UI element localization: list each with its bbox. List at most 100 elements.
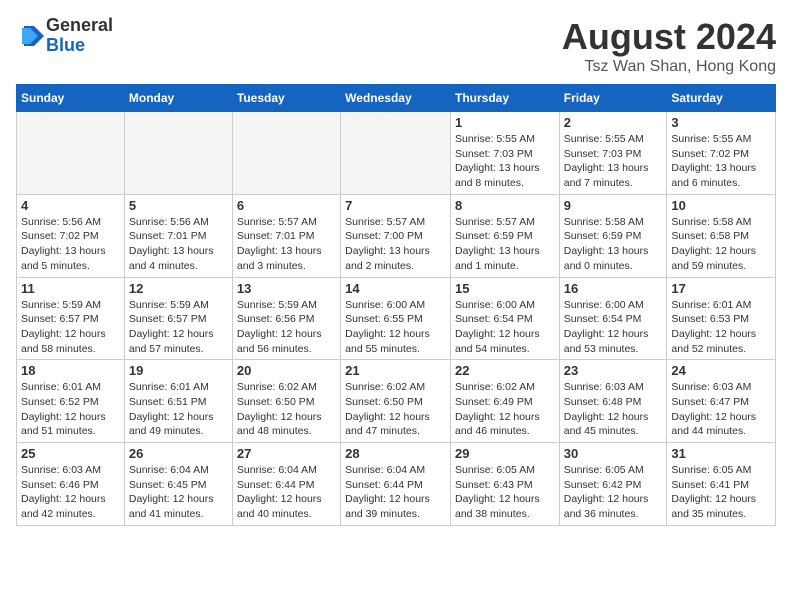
day-number: 23 [564,363,663,378]
day-number: 17 [671,281,771,296]
cell-content: Sunrise: 6:05 AM Sunset: 6:43 PM Dayligh… [455,463,555,522]
cell-content: Sunrise: 5:56 AM Sunset: 7:01 PM Dayligh… [129,215,228,274]
calendar-cell: 13 Sunrise: 5:59 AM Sunset: 6:56 PM Dayli… [232,277,340,360]
day-number: 29 [455,446,555,461]
day-number: 24 [671,363,771,378]
calendar-cell [341,112,451,195]
weekday-header-wednesday: Wednesday [341,85,451,112]
cell-content: Sunrise: 6:00 AM Sunset: 6:55 PM Dayligh… [345,298,446,357]
day-number: 7 [345,198,446,213]
day-number: 19 [129,363,228,378]
cell-content: Sunrise: 5:57 AM Sunset: 7:01 PM Dayligh… [237,215,336,274]
day-number: 6 [237,198,336,213]
calendar-cell: 9Sunrise: 5:58 AM Sunset: 6:59 PM Daylig… [559,194,667,277]
day-number: 14 [345,281,446,296]
cell-content: Sunrise: 5:55 AM Sunset: 7:03 PM Dayligh… [455,132,555,191]
week-row-1: 1Sunrise: 5:55 AM Sunset: 7:03 PM Daylig… [17,112,776,195]
day-number: 10 [671,198,771,213]
calendar-cell: 7 Sunrise: 5:57 AM Sunset: 7:00 PM Daylig… [341,194,451,277]
cell-content: Sunrise: 6:01 AM Sunset: 6:51 PM Dayligh… [129,380,228,439]
cell-content: Sunrise: 6:05 AM Sunset: 6:42 PM Dayligh… [564,463,663,522]
calendar-cell: 5 Sunrise: 5:56 AM Sunset: 7:01 PM Daylig… [124,194,232,277]
weekday-header-thursday: Thursday [450,85,559,112]
calendar-cell: 25 Sunrise: 6:03 AM Sunset: 6:46 PM Dayli… [17,443,125,526]
day-number: 3 [671,115,771,130]
calendar-cell: 18 Sunrise: 6:01 AM Sunset: 6:52 PM Dayli… [17,360,125,443]
cell-content: Sunrise: 6:05 AM Sunset: 6:41 PM Dayligh… [671,463,771,522]
calendar-cell: 15 Sunrise: 6:00 AM Sunset: 6:54 PM Dayli… [450,277,559,360]
day-number: 30 [564,446,663,461]
day-number: 28 [345,446,446,461]
cell-content: Sunrise: 5:57 AM Sunset: 6:59 PM Dayligh… [455,215,555,274]
week-row-5: 25 Sunrise: 6:03 AM Sunset: 6:46 PM Dayli… [17,443,776,526]
calendar-cell: 8Sunrise: 5:57 AM Sunset: 6:59 PM Daylig… [450,194,559,277]
day-number: 21 [345,363,446,378]
day-number: 22 [455,363,555,378]
cell-content: Sunrise: 5:59 AM Sunset: 6:56 PM Dayligh… [237,298,336,357]
cell-content: Sunrise: 6:02 AM Sunset: 6:50 PM Dayligh… [345,380,446,439]
logo-icon [16,22,44,50]
cell-content: Sunrise: 5:58 AM Sunset: 6:58 PM Dayligh… [671,215,771,274]
day-number: 18 [21,363,120,378]
calendar-cell: 23 Sunrise: 6:03 AM Sunset: 6:48 PM Dayli… [559,360,667,443]
weekday-header-monday: Monday [124,85,232,112]
calendar-cell: 14 Sunrise: 6:00 AM Sunset: 6:55 PM Dayli… [341,277,451,360]
weekday-header-tuesday: Tuesday [232,85,340,112]
cell-content: Sunrise: 5:56 AM Sunset: 7:02 PM Dayligh… [21,215,120,274]
calendar-cell: 17 Sunrise: 6:01 AM Sunset: 6:53 PM Dayli… [667,277,776,360]
cell-content: Sunrise: 6:04 AM Sunset: 6:44 PM Dayligh… [237,463,336,522]
calendar-cell: 1Sunrise: 5:55 AM Sunset: 7:03 PM Daylig… [450,112,559,195]
logo-line2: Blue [46,35,85,55]
cell-content: Sunrise: 6:04 AM Sunset: 6:45 PM Dayligh… [129,463,228,522]
day-number: 15 [455,281,555,296]
calendar-cell: 10 Sunrise: 5:58 AM Sunset: 6:58 PM Dayli… [667,194,776,277]
calendar-cell [232,112,340,195]
month-year: August 2024 [562,16,776,58]
calendar-cell: 30 Sunrise: 6:05 AM Sunset: 6:42 PM Dayli… [559,443,667,526]
cell-content: Sunrise: 5:55 AM Sunset: 7:03 PM Dayligh… [564,132,663,191]
weekday-header-sunday: Sunday [17,85,125,112]
day-number: 4 [21,198,120,213]
cell-content: Sunrise: 6:00 AM Sunset: 6:54 PM Dayligh… [564,298,663,357]
cell-content: Sunrise: 6:03 AM Sunset: 6:48 PM Dayligh… [564,380,663,439]
logo-line1: General [46,16,113,36]
calendar-table: SundayMondayTuesdayWednesdayThursdayFrid… [16,84,776,526]
title-block: August 2024 Tsz Wan Shan, Hong Kong [562,16,776,76]
calendar-cell: 27Sunrise: 6:04 AM Sunset: 6:44 PM Dayli… [232,443,340,526]
cell-content: Sunrise: 6:03 AM Sunset: 6:46 PM Dayligh… [21,463,120,522]
calendar-cell: 29 Sunrise: 6:05 AM Sunset: 6:43 PM Dayli… [450,443,559,526]
day-number: 12 [129,281,228,296]
calendar-cell: 24Sunrise: 6:03 AM Sunset: 6:47 PM Dayli… [667,360,776,443]
cell-content: Sunrise: 6:00 AM Sunset: 6:54 PM Dayligh… [455,298,555,357]
day-number: 9 [564,198,663,213]
day-number: 25 [21,446,120,461]
week-row-2: 4 Sunrise: 5:56 AM Sunset: 7:02 PM Daylig… [17,194,776,277]
calendar-cell [124,112,232,195]
cell-content: Sunrise: 5:55 AM Sunset: 7:02 PM Dayligh… [671,132,771,191]
calendar-cell: 31 Sunrise: 6:05 AM Sunset: 6:41 PM Dayli… [667,443,776,526]
cell-content: Sunrise: 5:57 AM Sunset: 7:00 PM Dayligh… [345,215,446,274]
cell-content: Sunrise: 5:59 AM Sunset: 6:57 PM Dayligh… [129,298,228,357]
weekday-header-saturday: Saturday [667,85,776,112]
day-number: 20 [237,363,336,378]
day-number: 16 [564,281,663,296]
calendar-cell: 16 Sunrise: 6:00 AM Sunset: 6:54 PM Dayli… [559,277,667,360]
calendar-cell: 2Sunrise: 5:55 AM Sunset: 7:03 PM Daylig… [559,112,667,195]
day-number: 11 [21,281,120,296]
day-number: 31 [671,446,771,461]
calendar-cell: 4 Sunrise: 5:56 AM Sunset: 7:02 PM Daylig… [17,194,125,277]
calendar-cell: 19 Sunrise: 6:01 AM Sunset: 6:51 PM Dayli… [124,360,232,443]
calendar-cell: 3 Sunrise: 5:55 AM Sunset: 7:02 PM Daylig… [667,112,776,195]
cell-content: Sunrise: 6:02 AM Sunset: 6:50 PM Dayligh… [237,380,336,439]
week-row-3: 11 Sunrise: 5:59 AM Sunset: 6:57 PM Dayli… [17,277,776,360]
location: Tsz Wan Shan, Hong Kong [562,58,776,76]
calendar-cell: 20 Sunrise: 6:02 AM Sunset: 6:50 PM Dayli… [232,360,340,443]
calendar-cell: 22Sunrise: 6:02 AM Sunset: 6:49 PM Dayli… [450,360,559,443]
cell-content: Sunrise: 6:01 AM Sunset: 6:52 PM Dayligh… [21,380,120,439]
calendar-cell: 11Sunrise: 5:59 AM Sunset: 6:57 PM Dayli… [17,277,125,360]
day-number: 13 [237,281,336,296]
day-number: 5 [129,198,228,213]
logo: General Blue [16,16,113,56]
cell-content: Sunrise: 6:01 AM Sunset: 6:53 PM Dayligh… [671,298,771,357]
header: General Blue August 2024 Tsz Wan Shan, H… [16,16,776,76]
